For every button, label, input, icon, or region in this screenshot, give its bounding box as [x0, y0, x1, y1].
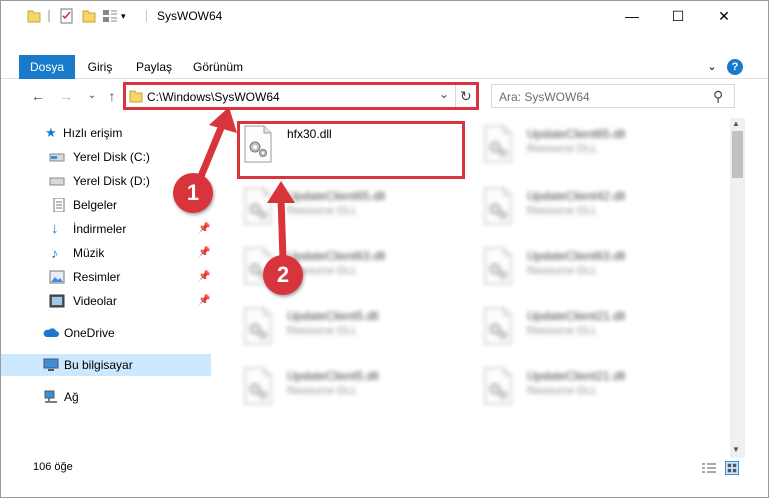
toolbar-separator [48, 10, 50, 22]
pin-icon[interactable]: 📌 [198, 218, 210, 240]
search-input[interactable]: Ara: SysWOW64 [499, 90, 590, 104]
details-view-icon[interactable] [701, 462, 717, 474]
explorer-window: ▾ SysWOW64 — ☐ ✕ Dosya Giriş Paylaş Görü… [0, 0, 769, 498]
step-marker-1: 1 [173, 173, 213, 213]
dll-file-icon [484, 247, 512, 285]
file-type: Resource DLL [287, 325, 358, 337]
sidebar-item-videos[interactable]: Videolar 📌 [1, 290, 211, 312]
sidebar-item-onedrive[interactable]: OneDrive [1, 322, 211, 344]
sidebar-item-music[interactable]: ♪ Müzik 📌 [1, 242, 211, 264]
view-options-icon[interactable] [102, 8, 118, 24]
large-icons-view-icon[interactable] [725, 461, 739, 475]
pictures-icon [49, 270, 65, 284]
file-item[interactable]: UpdateClient63.dll Resource DLL [481, 247, 701, 297]
dll-file-icon [244, 307, 272, 345]
up-button[interactable]: ↑ [103, 87, 121, 105]
scrollbar-thumb[interactable] [732, 131, 743, 178]
pin-icon[interactable]: 📌 [198, 266, 210, 288]
tab-home[interactable]: Giriş [83, 55, 117, 79]
maximize-button[interactable]: ☐ [655, 1, 701, 31]
download-icon: ↓ [51, 220, 59, 237]
sidebar-item-quick-access[interactable]: ★ Hızlı erişim [1, 122, 211, 144]
tab-view[interactable]: Görünüm [189, 55, 247, 79]
sidebar-item-pictures[interactable]: Resimler 📌 [1, 266, 211, 288]
file-type: Resource DLL [527, 143, 598, 155]
customize-toolbar-icon[interactable]: ▾ [121, 8, 131, 24]
dll-file-icon [484, 307, 512, 345]
cloud-icon [43, 328, 59, 337]
tab-file[interactable]: Dosya [19, 55, 75, 79]
file-name: UpdateClient65.dll [527, 127, 626, 141]
star-icon: ★ [45, 125, 57, 140]
file-name: UpdateClient65.dll [287, 189, 386, 203]
file-name: UpdateClient63.dll [287, 249, 386, 263]
minimize-button[interactable]: — [609, 1, 655, 31]
sidebar-item-network[interactable]: Ağ [1, 386, 211, 408]
file-item[interactable]: UpdateClient5.dll Resource DLL [241, 307, 461, 357]
file-name: UpdateClient5.dll [287, 369, 379, 383]
pin-icon[interactable]: 📌 [198, 290, 210, 312]
music-icon: ♪ [51, 245, 58, 261]
file-type: Resource DLL [287, 385, 358, 397]
file-type: Resource DLL [527, 325, 598, 337]
file-type: Resource DLL [527, 265, 598, 277]
file-item[interactable]: UpdateClient21.dll Resource DLL [481, 307, 701, 357]
drive-icon [49, 153, 65, 162]
tab-share[interactable]: Paylaş [131, 55, 177, 79]
step-marker-2: 2 [263, 255, 303, 295]
file-item[interactable]: UpdateClient65.dll Resource DLL [481, 125, 701, 175]
scroll-up-icon[interactable]: ▲ [732, 119, 740, 128]
search-icon[interactable]: ⚲ [713, 88, 723, 105]
status-item-count: 106 öğe [33, 461, 73, 473]
close-button[interactable]: ✕ [701, 1, 747, 31]
dll-file-icon [484, 187, 512, 225]
file-item[interactable]: UpdateClient21.dll Resource DLL [481, 367, 701, 417]
documents-icon [53, 198, 65, 212]
drive-icon [49, 177, 65, 186]
folder-icon [27, 10, 41, 23]
file-name: UpdateClient5.dll [287, 309, 379, 323]
dll-file-icon [244, 367, 272, 405]
computer-icon [43, 358, 59, 371]
chevron-down-icon[interactable]: ⌄ [703, 55, 721, 79]
back-button[interactable]: ← [29, 87, 47, 105]
file-item[interactable]: UpdateClient5.dll Resource DLL [241, 367, 461, 417]
sidebar-item-downloads[interactable]: ↓ İndirmeler 📌 [1, 218, 211, 240]
properties-icon[interactable] [59, 8, 75, 24]
window-title: SysWOW64 [157, 9, 223, 23]
sidebar-item-this-pc[interactable]: Bu bilgisayar [1, 354, 211, 376]
dll-file-icon [244, 187, 272, 225]
pin-icon[interactable]: 📌 [198, 242, 210, 264]
file-type: Resource DLL [287, 205, 358, 217]
file-name: UpdateClient21.dll [527, 369, 626, 383]
scroll-down-icon[interactable]: ▼ [732, 445, 740, 454]
dll-file-icon [484, 125, 512, 163]
forward-button[interactable]: → [57, 87, 75, 105]
title-separator [146, 10, 147, 22]
file-name: UpdateClient42.dll [527, 189, 626, 203]
file-item[interactable]: UpdateClient42.dll Resource DLL [481, 187, 701, 237]
file-name: UpdateClient63.dll [527, 249, 626, 263]
file-item[interactable]: UpdateClient65.dll Resource DLL [241, 187, 461, 237]
file-name: UpdateClient21.dll [527, 309, 626, 323]
recent-locations-button[interactable]: ⌄ [83, 87, 101, 105]
file-type: Resource DLL [527, 385, 598, 397]
new-folder-icon[interactable] [82, 8, 96, 24]
sidebar-item-disk-c[interactable]: Yerel Disk (C:) [1, 146, 211, 168]
dll-file-icon [484, 367, 512, 405]
help-icon[interactable]: ? [727, 59, 743, 75]
file-highlight [237, 121, 465, 179]
address-highlight [123, 82, 479, 110]
videos-icon [49, 294, 65, 308]
network-icon [44, 390, 57, 403]
file-type: Resource DLL [527, 205, 598, 217]
